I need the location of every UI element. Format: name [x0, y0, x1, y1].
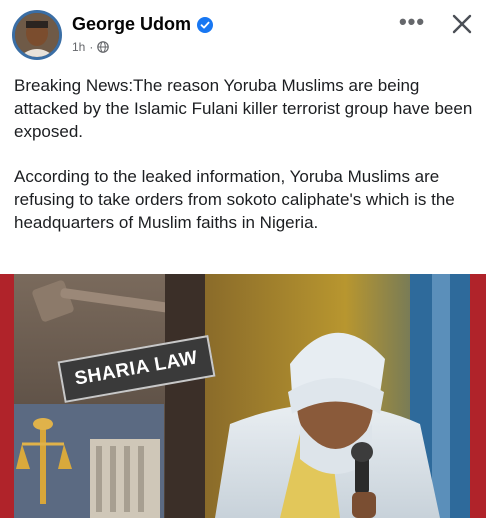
globe-icon	[97, 41, 110, 53]
post-meta: 1h ·	[72, 40, 110, 54]
meta-separator: ·	[89, 40, 94, 54]
post-paragraph: According to the leaked information, Yor…	[14, 167, 455, 232]
post-image[interactable]: SHARIA LAW	[0, 274, 486, 518]
post-paragraph: Breaking News:The reason Yoruba Muslims …	[14, 76, 473, 141]
post-header: George Udom 1h · •••	[0, 0, 486, 62]
verified-badge-icon	[197, 16, 214, 33]
more-options-icon[interactable]: •••	[395, 10, 429, 34]
author-name[interactable]: George Udom	[72, 14, 191, 35]
post-body: Breaking News:The reason Yoruba Muslims …	[14, 74, 476, 256]
timestamp[interactable]: 1h	[72, 40, 85, 54]
avatar[interactable]	[12, 10, 62, 60]
close-icon[interactable]	[448, 10, 476, 38]
